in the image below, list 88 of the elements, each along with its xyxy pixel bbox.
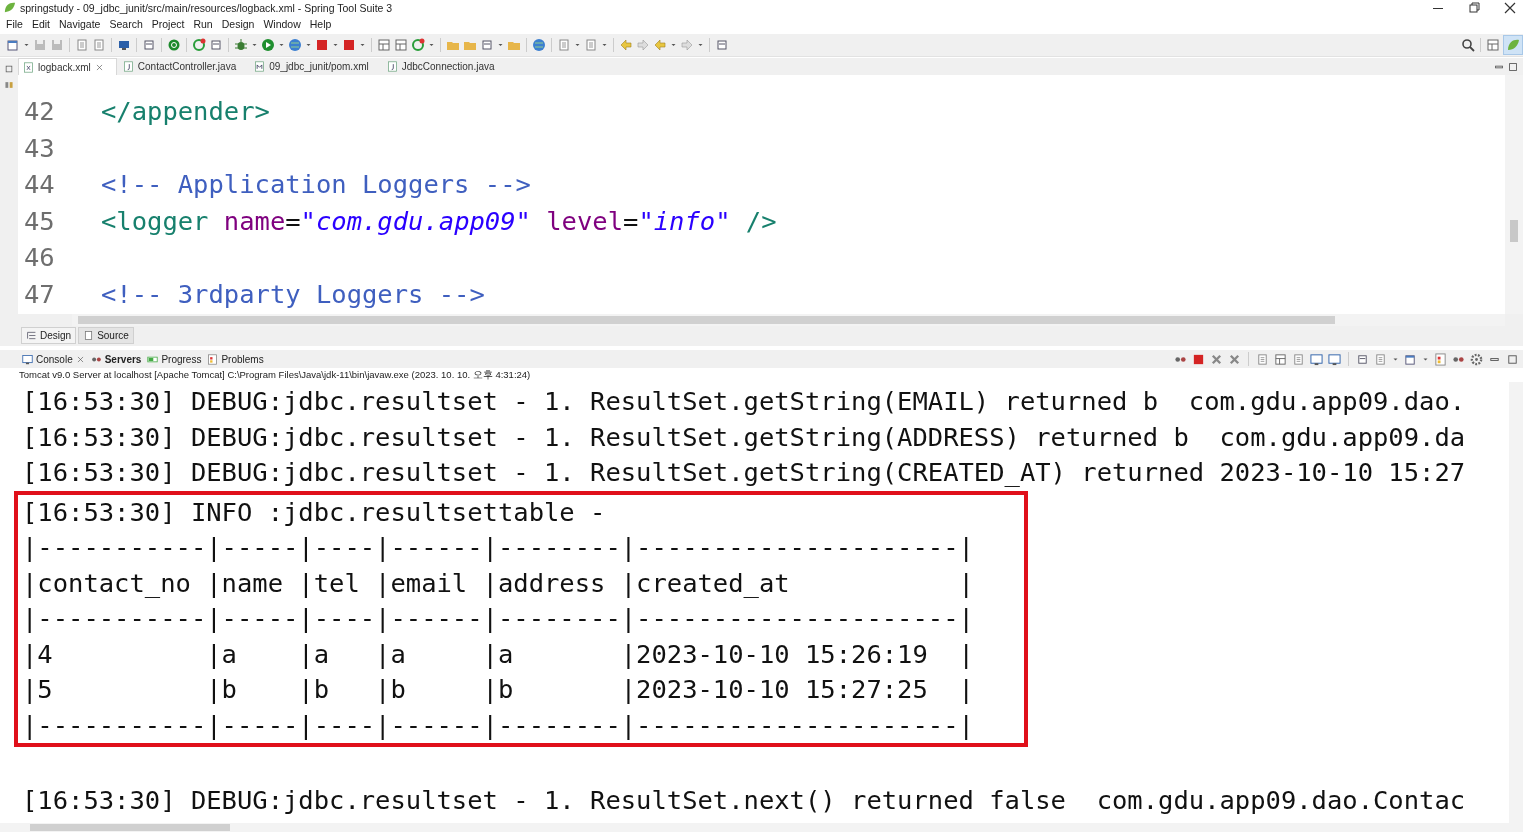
console-line: |4 |a |a |a |a |2023-10-10 15:26:19 | <box>14 636 1028 672</box>
leaf-icon <box>1506 38 1520 52</box>
window-title: springstudy - 09_jdbc_junit/src/main/resources/logback.xml - Spring Tool Suite 3 <box>20 1 393 14</box>
document-icon[interactable] <box>1256 352 1269 366</box>
console-line: |-----------|-----|----|------|--------|---------------------| <box>14 530 1028 566</box>
view-tab[interactable]: Problems <box>207 353 264 365</box>
grid-icon[interactable] <box>377 38 391 52</box>
console-line: [16:53:30] DEBUG:jdbc.resultset - 1. ResultSet.getString(CREATED_AT) returned 2023-10-10 15:27 <box>22 456 1467 489</box>
problems-icon <box>207 353 219 365</box>
document-icon[interactable] <box>92 38 106 52</box>
arrow-left-icon[interactable] <box>653 38 667 52</box>
console-line: [16:53:30] DEBUG:jdbc.resultset - 1. ResultSet.getString(ADDRESS) returned b com.gdu.app09.da <box>22 420 1467 454</box>
arrow-left-icon[interactable] <box>619 38 633 52</box>
code-line: </appender> <box>101 95 270 128</box>
perspective-button[interactable] <box>1503 35 1523 55</box>
editor-mode-tab[interactable]: Source <box>78 326 134 344</box>
console-icon[interactable] <box>1310 352 1323 366</box>
line-number: 42 <box>24 95 56 128</box>
editor-tab[interactable]: 09_jdbc_junit/pom.xml <box>250 58 381 75</box>
line-number: 47 <box>24 277 56 311</box>
grid-icon[interactable] <box>394 38 408 52</box>
file-icon <box>386 61 398 72</box>
console-line: |5 |b |b |b |b |2023-10-10 15:27:25 | <box>14 672 1028 708</box>
progress-icon <box>147 353 159 365</box>
menu-item[interactable]: File <box>3 17 29 30</box>
console-line: |contact_no |name |tel |email |address |created_at | <box>14 565 1028 601</box>
menu-item[interactable]: Search <box>106 17 149 30</box>
menu-item[interactable]: Design <box>218 17 261 30</box>
target-icon[interactable] <box>167 38 181 52</box>
editor-tab[interactable]: ContactController.java <box>118 58 249 75</box>
file-icon <box>254 61 266 72</box>
line-number: 46 <box>24 241 56 275</box>
list-icon <box>26 329 37 341</box>
outline-icon[interactable] <box>4 80 14 90</box>
maximize-icon[interactable] <box>1506 352 1519 366</box>
bug-icon[interactable] <box>234 38 248 52</box>
horizontal-scrollbar[interactable] <box>0 823 1523 832</box>
document-icon <box>83 329 95 341</box>
code-line: <!-- 3rdparty Loggers --> <box>101 277 485 311</box>
remove-icon[interactable] <box>1210 352 1223 366</box>
console-line: [16:53:30] DEBUG:jdbc.resultset - 1. ResultSet.getString(EMAIL) returned b com.gdu.app09.dao. <box>22 385 1467 418</box>
restore-icon[interactable] <box>4 64 14 74</box>
close-icon[interactable] <box>1503 0 1517 15</box>
document-icon[interactable] <box>1292 352 1305 366</box>
view-tab[interactable]: Progress <box>147 353 202 365</box>
console-icon[interactable] <box>1328 352 1341 366</box>
new-file-icon[interactable] <box>6 38 20 52</box>
line-number: 43 <box>24 131 56 165</box>
console-icon <box>22 353 33 365</box>
leaf-icon <box>3 1 16 14</box>
editor-tab[interactable]: JdbcConnection.java <box>382 58 507 75</box>
line-number: 44 <box>24 168 56 202</box>
menu-item[interactable]: Navigate <box>56 17 107 30</box>
remove-icon[interactable] <box>1228 352 1241 366</box>
file-icon <box>122 61 134 72</box>
play-icon[interactable] <box>261 38 275 52</box>
menu-item[interactable]: Project <box>148 17 191 30</box>
menu-item[interactable]: Run <box>190 17 219 30</box>
stop-icon[interactable] <box>1192 352 1205 366</box>
menu-item[interactable]: Help <box>306 17 338 30</box>
refresh-icon[interactable] <box>411 38 425 52</box>
stop-icon[interactable] <box>315 38 329 52</box>
editor-tab[interactable]: logback.xml <box>18 58 117 75</box>
grid-icon[interactable] <box>1486 38 1500 52</box>
code-line: <!-- Application Loggers --> <box>101 168 531 202</box>
console-line: |-----------|-----|----|------|--------|---------------------| <box>14 707 1028 747</box>
document-icon[interactable] <box>75 38 89 52</box>
new-window-icon[interactable] <box>1404 352 1417 366</box>
globe-icon[interactable] <box>532 38 546 52</box>
maximize-icon[interactable] <box>1507 60 1519 73</box>
file-icon <box>23 61 34 73</box>
gear-icon[interactable] <box>1470 352 1483 366</box>
menu-item[interactable]: Edit <box>28 17 56 30</box>
console-line: [16:53:30] INFO :jdbc.resultsettable - <box>14 490 1028 530</box>
view-tab[interactable]: Servers <box>90 353 142 365</box>
clipboard-icon[interactable] <box>1434 352 1447 366</box>
editor-mode-tab[interactable]: Design <box>21 326 77 344</box>
view-tab[interactable]: Console <box>22 353 85 365</box>
refresh-icon[interactable] <box>192 38 206 52</box>
globe-icon[interactable] <box>288 38 302 52</box>
code-line: <logger name="com.gdu.app09" level="info" /> <box>101 204 777 238</box>
stop-icon[interactable] <box>342 38 356 52</box>
console-line: [16:53:30] DEBUG:jdbc.resultset - 1. ResultSet.next() returned false com.gdu.app09.dao.Contac <box>22 783 1467 817</box>
restore-icon[interactable] <box>1467 0 1481 15</box>
console-line: |-----------|-----|----|------|--------|---------------------| <box>14 601 1028 637</box>
search-icon[interactable] <box>1461 38 1475 52</box>
line-number: 45 <box>24 204 56 238</box>
menu-item[interactable]: Window <box>260 17 307 30</box>
